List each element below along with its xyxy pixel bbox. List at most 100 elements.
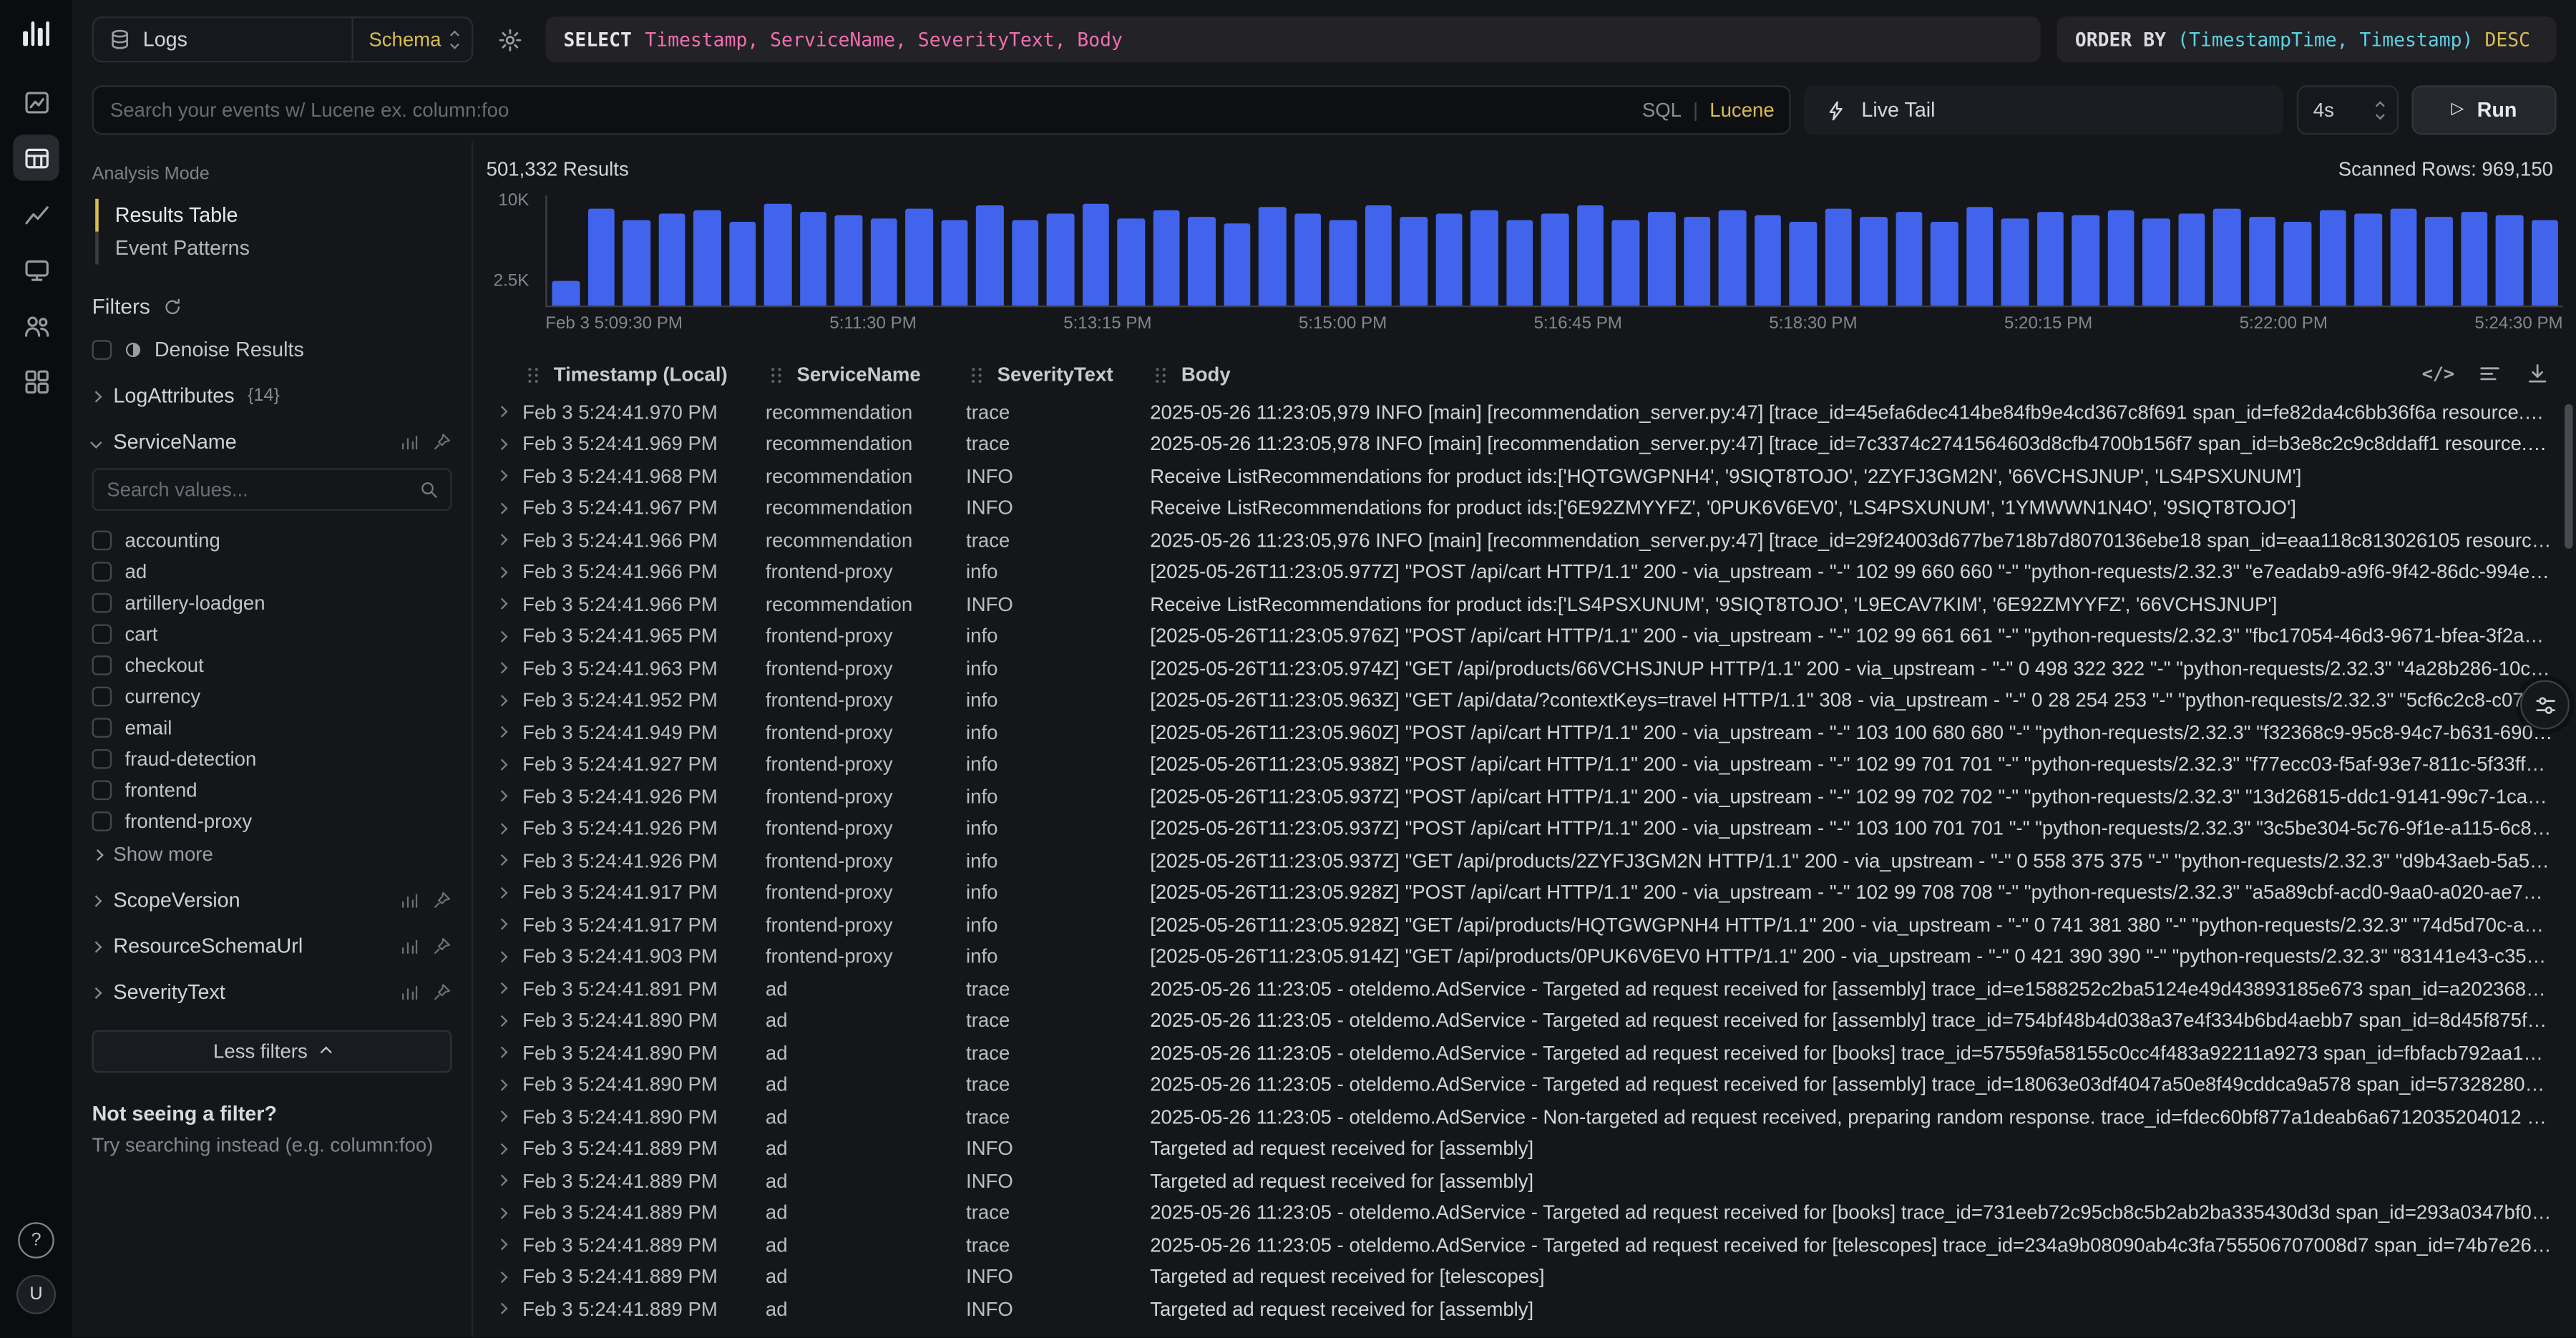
histogram-bar[interactable] [2461,213,2488,306]
log-row[interactable]: Feb 3 5:24:41.926 PM frontend-proxy info… [487,844,2576,876]
histogram-bar[interactable] [799,211,826,306]
expand-row-icon[interactable] [487,632,523,640]
pin-icon[interactable] [432,982,452,1002]
order-by-editor[interactable]: ORDER BY (TimestampTime, Timestamp) DESC [2057,16,2557,62]
expand-row-icon[interactable] [487,824,523,832]
expand-row-icon[interactable] [487,1241,523,1249]
service-value-checkbox[interactable] [92,779,112,799]
histogram-bar[interactable] [835,215,862,306]
analysis-mode-item[interactable]: Event Patterns [95,232,452,265]
histogram-bar[interactable] [2213,208,2240,306]
service-value-checkbox[interactable] [92,592,112,612]
service-value-checkbox[interactable] [92,717,112,737]
expand-row-icon[interactable] [487,664,523,672]
service-value-checkbox[interactable] [92,748,112,768]
filter-group[interactable]: ScopeVersion [92,889,452,912]
service-value-item[interactable]: frontend [92,773,452,805]
log-row[interactable]: Feb 3 5:24:41.966 PM frontend-proxy info… [487,556,2576,588]
histogram-bar[interactable] [1400,218,1428,306]
filter-group-servicename[interactable]: ServiceName [92,431,452,454]
column-header-body[interactable]: Body [1150,363,2419,386]
expand-row-icon[interactable] [487,1145,523,1153]
service-value-checkbox[interactable] [92,655,112,675]
user-avatar[interactable]: U [16,1275,56,1314]
histogram-bar[interactable] [1683,218,1710,306]
histogram-bar[interactable] [552,281,579,306]
expand-row-icon[interactable] [487,696,523,704]
nav-search-button[interactable] [13,135,59,180]
table-scrollbar-thumb[interactable] [2565,404,2572,549]
histogram-bar[interactable] [587,209,615,306]
lucene-mode-toggle[interactable]: Lucene [1709,99,1774,122]
expand-row-icon[interactable] [487,440,523,448]
download-results-button[interactable] [2525,361,2550,386]
expand-row-icon[interactable] [487,568,523,576]
refresh-filters-icon[interactable] [163,296,183,316]
log-row[interactable]: Feb 3 5:24:41.889 PM ad INFO Targeted ad… [487,1133,2576,1165]
source-settings-button[interactable] [489,20,529,59]
histogram-bar[interactable] [2178,213,2205,306]
histogram-bar[interactable] [1365,205,1392,306]
select-clause-editor[interactable]: SELECT Timestamp, ServiceName, SeverityT… [545,16,2040,62]
histogram-bar[interactable] [2142,219,2170,306]
histogram-bar[interactable] [1789,223,1816,306]
histogram-bar[interactable] [1153,210,1180,306]
pin-icon[interactable] [432,432,452,452]
histogram-bar[interactable] [1471,210,1498,306]
histogram-bar[interactable] [1754,215,1781,306]
histogram-bar[interactable] [1259,207,1286,306]
histogram-bar[interactable] [1612,220,1639,306]
refresh-interval-select[interactable]: 4s [2297,85,2399,135]
histogram-bar[interactable] [2532,220,2559,306]
histogram-bar[interactable] [1118,219,1145,306]
expand-row-icon[interactable] [487,408,523,416]
histogram-bar[interactable] [1047,213,1074,306]
expand-row-icon[interactable] [487,792,523,800]
expand-row-icon[interactable] [487,1273,523,1281]
histogram-bar[interactable] [941,220,968,306]
histogram-bar[interactable] [1224,223,1251,306]
expand-row-icon[interactable] [487,1305,523,1313]
less-filters-button[interactable]: Less filters [92,1030,452,1073]
log-row[interactable]: Feb 3 5:24:41.890 PM ad trace 2025-05-26… [487,1100,2576,1133]
drag-grip-icon[interactable] [1150,364,1171,386]
histogram-bar[interactable] [658,215,686,306]
log-row[interactable]: Feb 3 5:24:41.927 PM frontend-proxy info… [487,748,2576,781]
log-row[interactable]: Feb 3 5:24:41.889 PM ad trace 2025-05-26… [487,1229,2576,1261]
histogram-bar[interactable] [693,210,721,306]
analysis-mode-item[interactable]: Results Table [95,199,452,232]
histogram-bar[interactable] [1931,221,1958,306]
log-row[interactable]: Feb 3 5:24:41.965 PM frontend-proxy info… [487,620,2576,653]
pin-icon[interactable] [432,890,452,910]
bar-chart-icon[interactable] [399,982,419,1002]
run-button[interactable]: ▷ Run [2412,85,2557,135]
expand-row-icon[interactable] [487,760,523,768]
log-row[interactable]: Feb 3 5:24:41.890 PM ad trace 2025-05-26… [487,1005,2576,1037]
table-settings-button[interactable] [2520,680,2570,730]
nav-sessions-button[interactable] [13,246,59,292]
histogram-bar[interactable] [1825,209,1852,306]
histogram-bar[interactable] [728,222,756,306]
column-settings-button[interactable] [2477,361,2502,386]
histogram-bar[interactable] [2107,210,2135,306]
drag-grip-icon[interactable] [966,364,987,386]
service-value-checkbox[interactable] [92,529,112,550]
histogram-bar[interactable] [2001,219,2029,306]
service-value-item[interactable]: frontend-proxy [92,805,452,836]
histogram-bar[interactable] [1719,210,1746,306]
expand-row-icon[interactable] [487,1080,523,1088]
log-row[interactable]: Feb 3 5:24:41.889 PM ad INFO Targeted ad… [487,1261,2576,1293]
log-row[interactable]: Feb 3 5:24:41.903 PM frontend-proxy info… [487,940,2576,972]
histogram-bar[interactable] [1896,213,1923,306]
histogram-bar[interactable] [2319,210,2346,306]
histogram-bar[interactable] [1506,220,1533,306]
expand-row-icon[interactable] [487,1177,523,1185]
log-row[interactable]: Feb 3 5:24:41.889 PM ad trace 2025-05-26… [487,1197,2576,1229]
histogram-bar[interactable] [2426,218,2453,306]
histogram-bar[interactable] [2249,216,2276,306]
drag-grip-icon[interactable] [766,364,787,386]
histogram-bar[interactable] [870,219,897,306]
filter-group-logattributes[interactable]: LogAttributes {14} [92,384,452,407]
expand-row-icon[interactable] [487,536,523,544]
expand-row-icon[interactable] [487,504,523,512]
